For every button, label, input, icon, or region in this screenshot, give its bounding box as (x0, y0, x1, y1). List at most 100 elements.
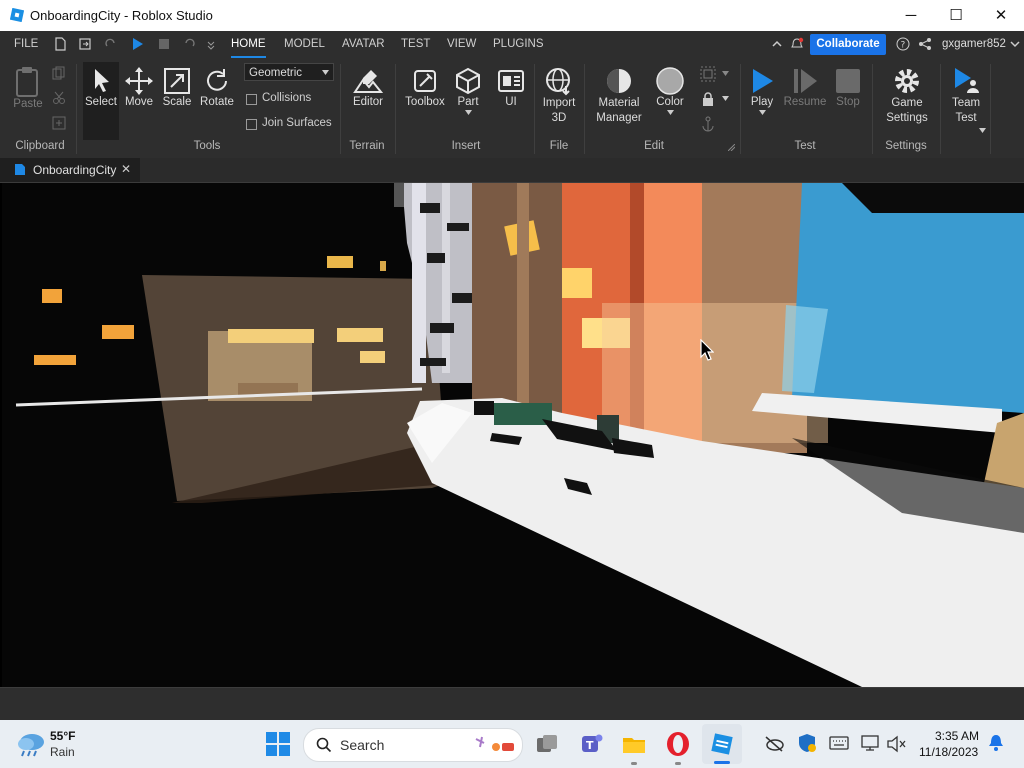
stop-button[interactable]: Stop (830, 66, 866, 108)
import-3d-button[interactable]: Import 3D (538, 66, 580, 126)
game-settings-label-2: Settings (886, 112, 928, 124)
redo-icon[interactable] (104, 37, 118, 51)
file-explorer-icon[interactable] (620, 730, 648, 758)
rotate-tool-button[interactable]: Rotate (197, 66, 237, 108)
stop-quick-icon[interactable] (157, 37, 171, 51)
move-label: Move (124, 96, 154, 108)
select-cursor-icon (95, 69, 109, 92)
color-button[interactable]: Color (652, 66, 688, 115)
minimize-button[interactable]: ─ (888, 0, 934, 31)
windows-start-icon[interactable] (266, 732, 290, 756)
scale-tool-button[interactable]: Scale (160, 66, 194, 108)
copy-icon[interactable] (52, 66, 66, 80)
join-surfaces-label: Join Surfaces (262, 117, 332, 129)
open-file-icon[interactable] (78, 37, 92, 51)
select-tool-button[interactable]: Select (83, 62, 119, 140)
anchor-icon[interactable] (700, 116, 716, 132)
team-test-dropdown-icon[interactable] (979, 128, 986, 133)
keyboard-icon[interactable] (829, 736, 849, 750)
taskbar-search-box[interactable]: Search (303, 728, 523, 762)
lock-icon[interactable] (700, 91, 716, 107)
tab-home[interactable]: HOME (231, 31, 266, 58)
new-file-icon[interactable] (53, 37, 67, 51)
duplicate-icon[interactable] (52, 116, 66, 130)
part-dropdown-icon (464, 110, 472, 115)
scale-icon (164, 68, 190, 94)
roblox-studio-logo-icon (10, 8, 24, 22)
3d-viewport[interactable] (2, 183, 1024, 687)
part-button[interactable]: Part (452, 66, 484, 115)
tab-model[interactable]: MODEL (284, 31, 325, 58)
part-label: Part (457, 96, 479, 108)
stop-label: Stop (836, 96, 860, 108)
network-display-icon[interactable] (861, 735, 879, 751)
play-label: Play (750, 96, 774, 108)
collisions-checkbox[interactable] (246, 94, 257, 105)
teams-icon[interactable]: T (576, 730, 604, 758)
edit-settings-corner-icon[interactable] (728, 144, 735, 151)
notification-bell-icon[interactable] (790, 37, 804, 51)
onedrive-offline-icon[interactable] (764, 735, 784, 753)
ui-button[interactable]: UI (494, 66, 528, 108)
paste-button[interactable]: Paste (10, 66, 46, 110)
opera-browser-icon[interactable] (664, 730, 692, 758)
game-settings-label-1: Game (891, 97, 923, 109)
move-tool-button[interactable]: Move (122, 66, 156, 108)
tab-avatar[interactable]: AVATAR (342, 31, 385, 58)
ui-label: UI (505, 96, 517, 108)
volume-muted-icon[interactable] (886, 735, 906, 753)
close-button[interactable]: ✕ (978, 0, 1024, 31)
username[interactable]: gxgamer852 (942, 31, 1006, 58)
weather-rain-icon[interactable] (16, 731, 46, 757)
search-placeholder: Search (340, 737, 385, 753)
title-bar: OnboardingCity - Roblox Studio ─ ☐ ✕ (0, 0, 1024, 31)
task-view-icon[interactable] (533, 730, 561, 758)
team-test-label-1: Team (951, 97, 981, 109)
notification-bell-tray-icon[interactable] (988, 734, 1004, 752)
group-dropdown-icon[interactable] (722, 71, 729, 76)
toolbox-label: Toolbox (405, 96, 445, 108)
team-test-button[interactable]: Team Test (944, 66, 988, 126)
stop-icon (836, 69, 860, 93)
cut-icon[interactable] (52, 91, 66, 105)
tab-view[interactable]: VIEW (447, 31, 476, 58)
resume-button[interactable]: Resume (783, 66, 827, 108)
terrain-editor-button[interactable]: Editor (347, 66, 389, 108)
play-button[interactable]: Play (744, 66, 780, 115)
import-3d-label-1: Import (542, 97, 576, 109)
color-dropdown-icon (666, 110, 674, 115)
lock-dropdown-icon[interactable] (722, 96, 729, 101)
join-surfaces-checkbox[interactable] (246, 119, 257, 130)
tab-test[interactable]: TEST (401, 31, 430, 58)
output-status-bar (0, 687, 1024, 721)
chevron-down-icon[interactable] (1008, 37, 1022, 51)
svg-text:?: ? (901, 41, 906, 51)
transform-mode-dropdown[interactable]: Geometric (244, 63, 334, 81)
document-tab-close-icon[interactable]: ✕ (121, 162, 131, 176)
tools-group-label: Tools (193, 140, 221, 152)
help-icon[interactable]: ? (896, 37, 910, 51)
move-arrows-icon (125, 67, 153, 95)
document-tab-onboardingcity[interactable]: OnboardingCity ✕ (0, 158, 140, 182)
menu-bar: FILE HOME MODEL AVATAR TEST VIEW PLUGINS… (0, 31, 1024, 59)
clock-date[interactable]: 11/18/2023 (919, 745, 978, 759)
file-menu[interactable]: FILE (14, 31, 38, 58)
material-sphere-icon (607, 69, 631, 93)
gear-icon (895, 69, 919, 93)
game-settings-button[interactable]: Game Settings (880, 66, 934, 126)
ui-icon (498, 70, 524, 92)
collapse-ribbon-icon[interactable] (770, 37, 784, 51)
share-icon[interactable] (918, 37, 932, 51)
undo-icon[interactable] (182, 37, 196, 51)
security-shield-icon[interactable] (797, 733, 817, 753)
collaborate-button[interactable]: Collaborate (810, 34, 886, 55)
tab-plugins[interactable]: PLUGINS (493, 31, 544, 58)
clock-time[interactable]: 3:35 AM (935, 729, 979, 743)
play-quick-icon[interactable] (130, 37, 144, 51)
toolbox-button[interactable]: Toolbox (402, 66, 448, 108)
group-icon[interactable] (700, 66, 716, 82)
material-manager-button[interactable]: Material Manager (590, 66, 648, 126)
customize-quick-access-icon[interactable] (204, 37, 218, 51)
roblox-studio-taskbar-button[interactable] (702, 724, 742, 764)
maximize-button[interactable]: ☐ (933, 0, 979, 31)
